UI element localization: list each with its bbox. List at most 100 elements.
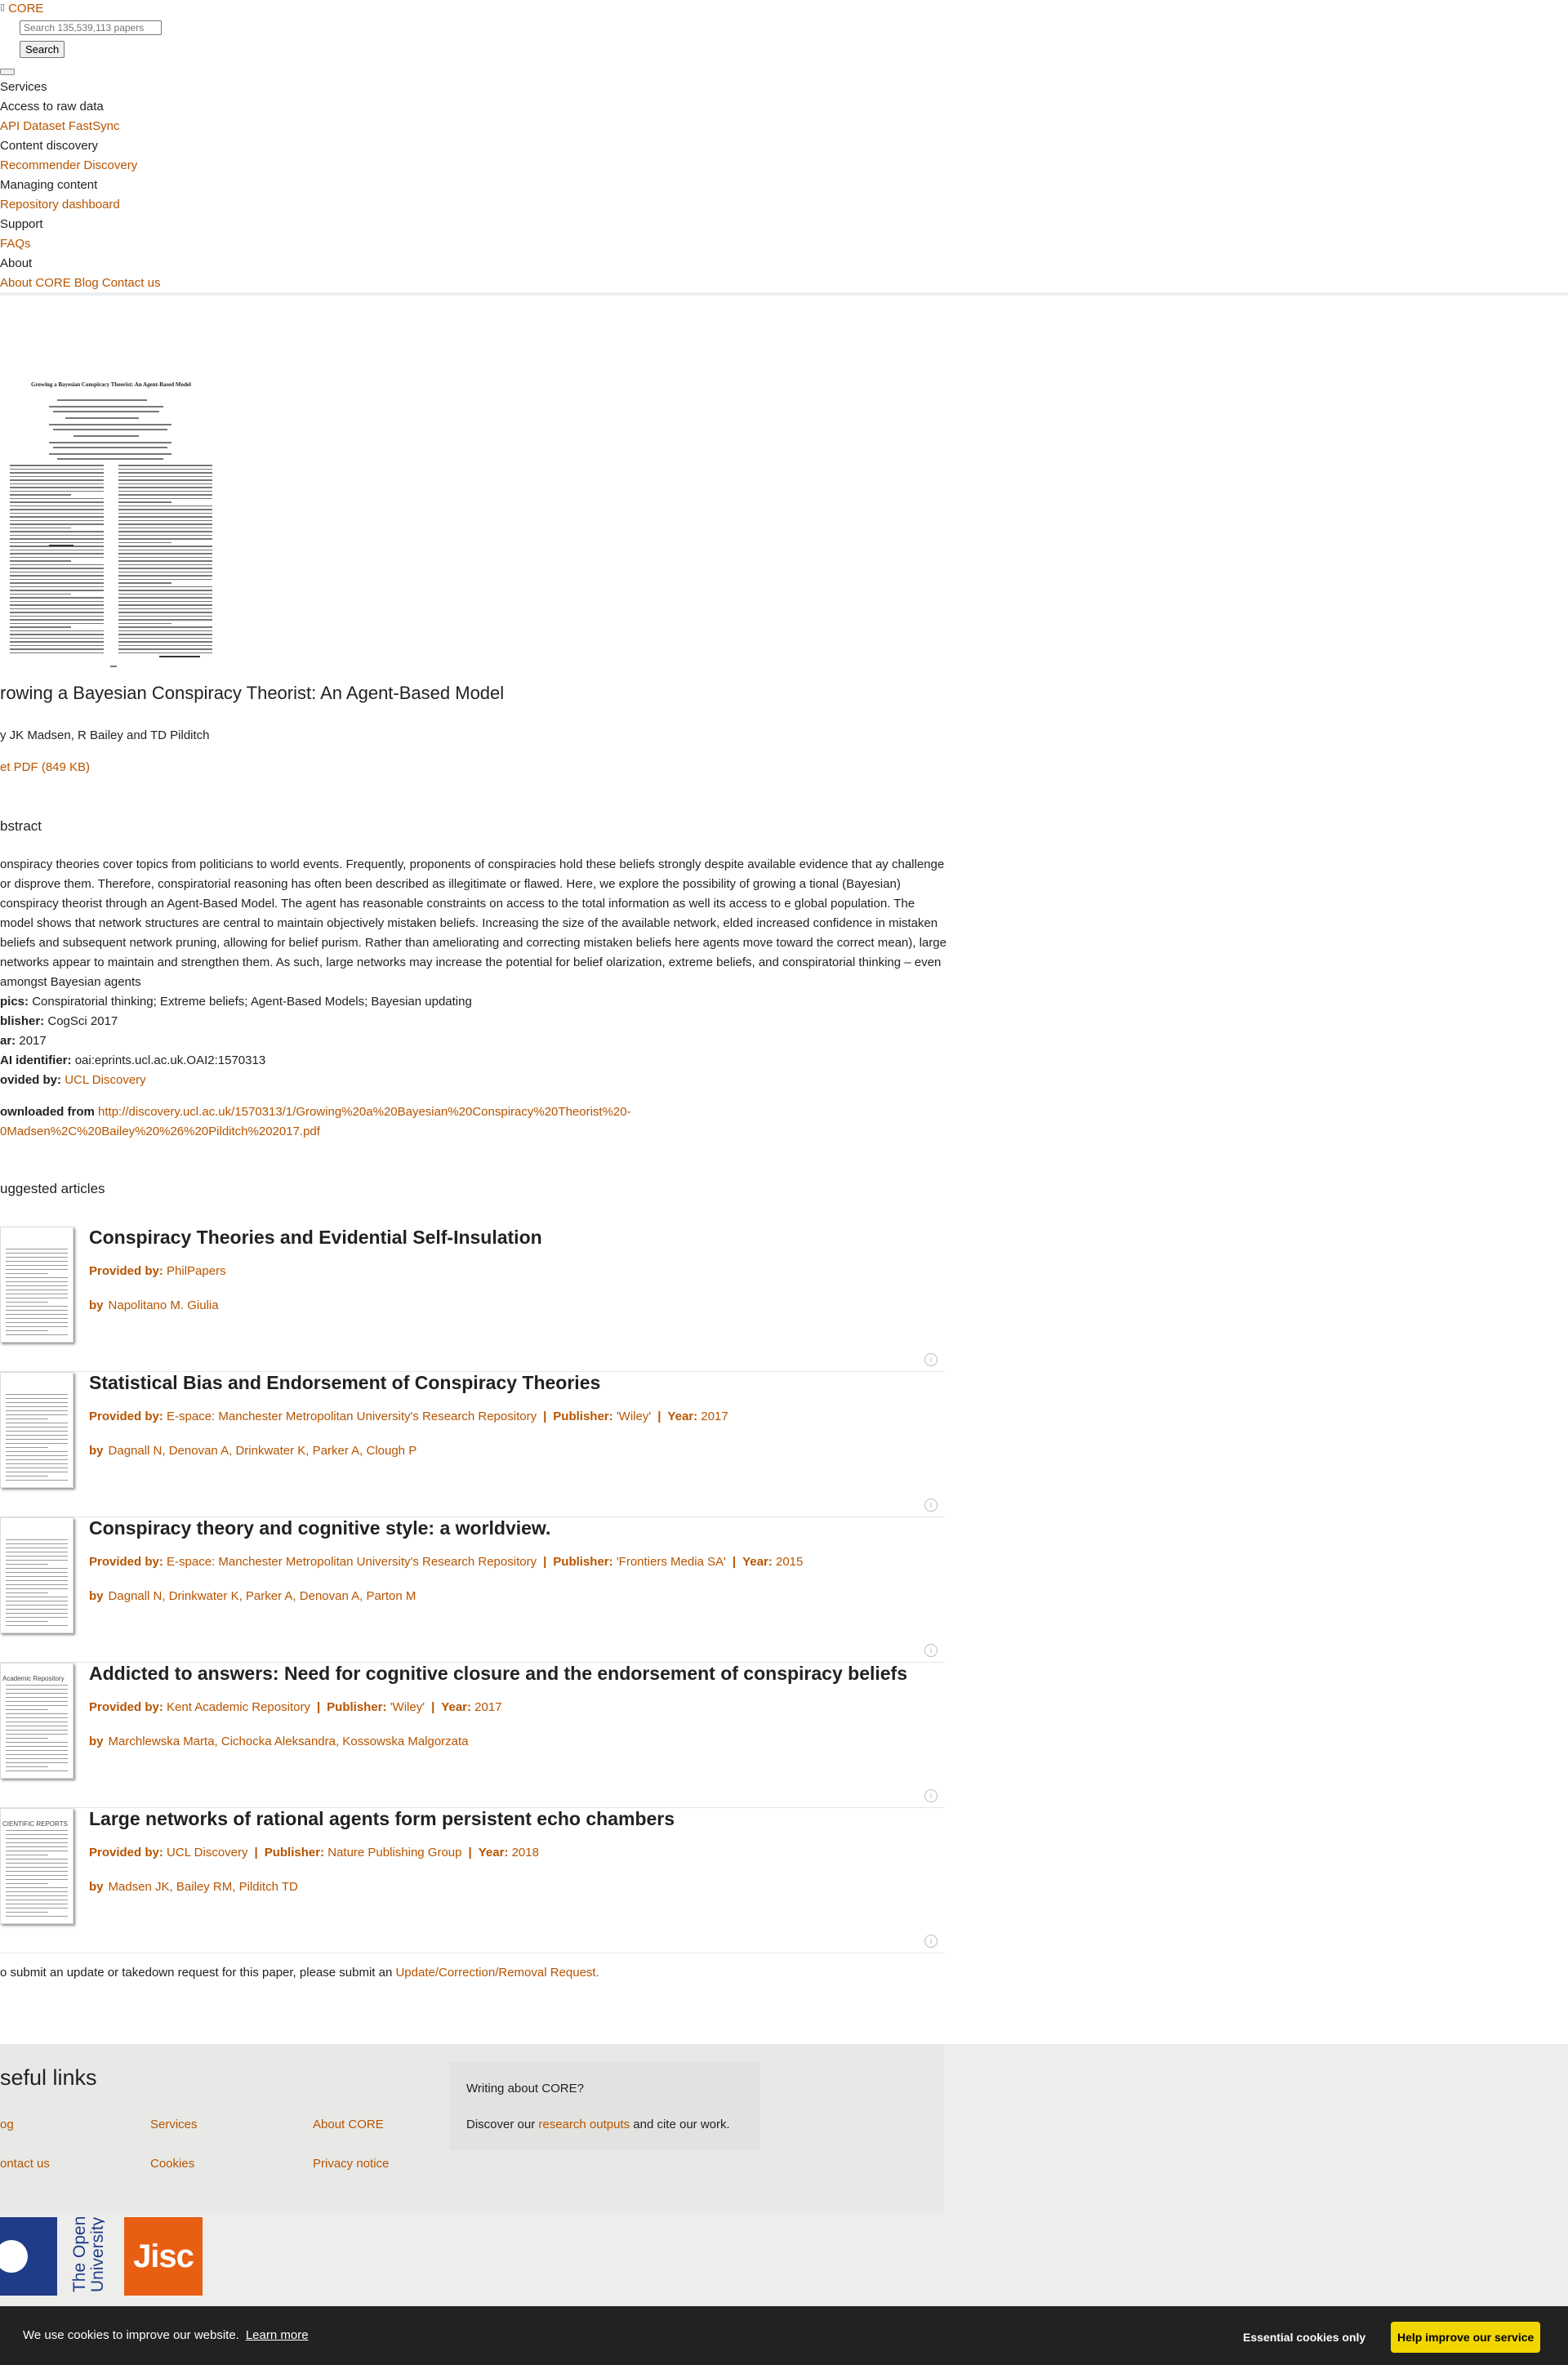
thumbnail-text-line [6, 1887, 68, 1888]
nav-link-dataset[interactable]: Dataset [23, 119, 65, 133]
article-thumbnail[interactable]: CIENTIFIC REPORTS [0, 1808, 74, 1924]
paper-thumbnail[interactable]: Growing a Bayesian Conspiracy Theorist: … [0, 363, 220, 667]
thumbnail-text-line [6, 1253, 68, 1254]
get-pdf-link[interactable]: et PDF (849 KB) [0, 760, 90, 774]
thumbnail-text-line [118, 490, 212, 492]
thumbnail-text-line [6, 1463, 68, 1464]
thumbnail-text-line [10, 523, 104, 525]
authors-value[interactable]: Marchlewska Marta, Cichocka Aleksandra, … [109, 1735, 469, 1748]
nav-link-blog[interactable]: Blog [74, 276, 99, 290]
info-icon[interactable]: i [924, 1644, 938, 1657]
footer-link-blog[interactable]: og [0, 2118, 14, 2131]
thumbnail-text-line [118, 641, 212, 643]
nav-link-about-core[interactable]: About CORE [0, 276, 71, 290]
year-value[interactable]: 2017 [701, 1410, 728, 1423]
publisher-value[interactable]: 'Wiley' [617, 1410, 651, 1423]
nav-link-discovery[interactable]: Discovery [83, 158, 137, 172]
takedown-request-link[interactable]: Update/Correction/Removal Request. [395, 1966, 599, 1980]
publisher-label: Publisher: [264, 1846, 325, 1859]
info-icon[interactable]: i [924, 1499, 938, 1512]
provided-by-value[interactable]: PhilPapers [167, 1264, 226, 1278]
year-value[interactable]: 2018 [512, 1846, 539, 1859]
nav-link-repository-dashboard[interactable]: Repository dashboard [0, 198, 120, 212]
thumbnail-text-line [6, 1480, 68, 1481]
nav-link-api[interactable]: API [0, 119, 20, 133]
article-title[interactable]: Addicted to answers: Need for cognitive … [89, 1663, 907, 1685]
authors-value[interactable]: Dagnall N, Denovan A, Drinkwater K, Park… [109, 1444, 417, 1458]
thumbnail-text-line [6, 1592, 48, 1593]
article-title[interactable]: Statistical Bias and Endorsement of Cons… [89, 1372, 600, 1394]
year-value[interactable]: 2017 [474, 1700, 501, 1714]
footer-link-services[interactable]: Services [150, 2118, 198, 2131]
info-icon[interactable]: i [924, 1789, 938, 1802]
thumbnail-text-line [10, 608, 104, 609]
provided-link[interactable]: UCL Discovery [65, 1073, 145, 1087]
nav-managing-heading: Managing content [0, 178, 98, 192]
provided-by-value[interactable]: E-space: Manchester Metropolitan Univers… [167, 1410, 537, 1423]
menu-toggle-button[interactable] [0, 69, 15, 75]
thumbnail-text-line [118, 505, 212, 506]
thumbnail-text-line [6, 1314, 68, 1315]
article-thumbnail[interactable]: Academic Repository [0, 1663, 74, 1779]
footer-link-privacy[interactable]: Privacy notice [313, 2157, 389, 2171]
provided-by-value[interactable]: Kent Academic Repository [167, 1700, 310, 1714]
open-university-logo[interactable]: The Open University [0, 2216, 107, 2296]
meta-separator: | [431, 1700, 435, 1714]
article-meta: Provided by: Kent Academic Repository | Pu… [89, 1700, 502, 1714]
provided-by-value[interactable]: UCL Discovery [167, 1846, 247, 1859]
article-thumbnail[interactable] [0, 1372, 74, 1488]
thumbnail-text-line [10, 468, 104, 470]
thumbnail-text-line [10, 634, 104, 635]
article-title[interactable]: Conspiracy theory and cognitive style: a… [89, 1517, 550, 1539]
nav-link-fastsync[interactable]: FastSync [69, 119, 120, 133]
article-title[interactable]: Large networks of rational agents form p… [89, 1808, 675, 1830]
core-logo[interactable]: ▯ CORE [0, 2, 43, 16]
footer-link-cookies[interactable]: Cookies [150, 2157, 194, 2171]
downloaded-url[interactable]: http://discovery.ucl.ac.uk/1570313/1/Gro… [0, 1105, 631, 1138]
help-improve-button[interactable]: Help improve our service [1391, 2322, 1541, 2353]
search-button[interactable]: Search [20, 41, 65, 58]
thumbnail-text-line [65, 417, 139, 419]
thumbnail-text-line [6, 1310, 68, 1311]
meta-separator: | [316, 1700, 321, 1714]
thumbnail-text-line [118, 637, 212, 639]
article-thumbnail[interactable] [0, 1227, 74, 1343]
authors-value[interactable]: Napolitano M. Giulia [109, 1298, 219, 1312]
essential-cookies-button[interactable]: Essential cookies only [1235, 2322, 1374, 2353]
article-title[interactable]: Conspiracy Theories and Evidential Self-… [89, 1227, 542, 1249]
research-outputs-link[interactable]: research outputs [538, 2118, 630, 2131]
thumbnail-text-line [118, 468, 212, 470]
article-thumbnail[interactable] [0, 1517, 74, 1633]
thumbnail-text-line [118, 527, 212, 528]
publisher-value[interactable]: 'Frontiers Media SA' [617, 1555, 726, 1569]
info-icon[interactable]: i [924, 1353, 938, 1366]
thumbnail-text-line [10, 512, 104, 514]
authors-value[interactable]: Madsen JK, Bailey RM, Pilditch TD [109, 1880, 298, 1894]
thumbnail-text-line [6, 1770, 68, 1771]
year-row: ar: 2017 [0, 1031, 47, 1051]
cookie-text: We use cookies to improve our website. [23, 2328, 239, 2342]
publisher-value[interactable]: Nature Publishing Group [327, 1846, 461, 1859]
thumbnail-text-line [10, 568, 104, 569]
info-icon[interactable]: i [924, 1935, 938, 1948]
thumbnail-text-line [6, 1410, 68, 1411]
footer-link-contact[interactable]: ontact us [0, 2157, 50, 2171]
nav-link-faqs[interactable]: FAQs [0, 237, 31, 251]
search-input[interactable] [20, 20, 162, 35]
footer-link-about[interactable]: About CORE [313, 2118, 384, 2131]
provided-by-value[interactable]: E-space: Manchester Metropolitan Univers… [167, 1555, 537, 1569]
authors-value[interactable]: Dagnall N, Drinkwater K, Parker A, Denov… [109, 1589, 416, 1603]
paper-title: rowing a Bayesian Conspiracy Theorist: A… [0, 683, 505, 703]
thumbnail-text-line [118, 556, 212, 558]
year-value[interactable]: 2015 [776, 1555, 803, 1569]
thumbnail-text-line [6, 1883, 48, 1884]
publisher-value[interactable]: 'Wiley' [390, 1700, 425, 1714]
nav-link-recommender[interactable]: Recommender [0, 158, 80, 172]
cookie-learn-more-link[interactable]: Learn more [246, 2328, 309, 2342]
jisc-logo[interactable]: Jisc [124, 2217, 203, 2296]
article-meta: Provided by: PhilPapers [89, 1264, 226, 1278]
thumbnail-text-line [6, 1277, 68, 1278]
nav-link-contact[interactable]: Contact us [102, 276, 161, 290]
thumbnail-text-line [118, 549, 212, 550]
thumbnail-text-line [6, 1556, 68, 1557]
